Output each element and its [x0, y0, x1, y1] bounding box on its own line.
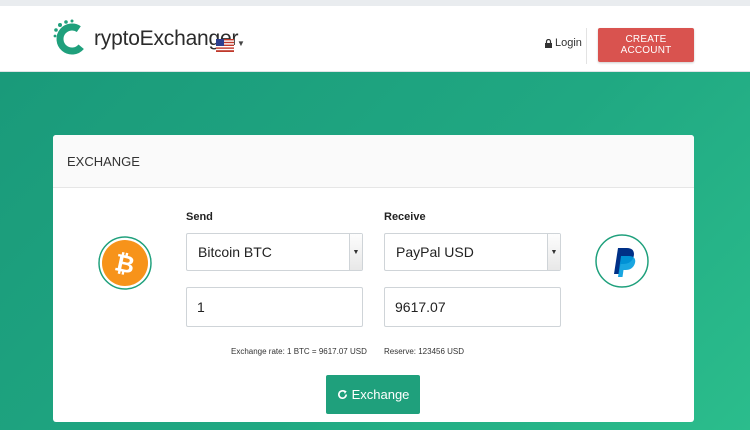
exchange-card: EXCHANGE ₿ Send Bitcoin BTC ▼ Exchange r… [53, 135, 694, 422]
send-currency-value: Bitcoin BTC [198, 244, 272, 260]
create-account-button[interactable]: CREATE ACCOUNT [598, 28, 694, 62]
login-label: Login [555, 37, 582, 49]
chevron-down-icon[interactable]: ▼ [349, 234, 362, 270]
chevron-down-icon[interactable]: ▼ [547, 234, 560, 270]
receive-currency-value: PayPal USD [396, 244, 474, 260]
send-amount-input[interactable] [186, 287, 363, 327]
send-label: Send [186, 211, 213, 223]
receive-amount-input[interactable] [384, 287, 561, 327]
receive-label: Receive [384, 211, 426, 223]
paypal-icon [595, 234, 649, 288]
login-link[interactable]: Login [545, 37, 582, 49]
lock-icon [545, 38, 552, 48]
top-navbar: ryptoExchanger ▼ Login CREATE ACCOUNT [0, 0, 750, 72]
exchange-button-label: Exchange [351, 387, 410, 402]
exchange-button[interactable]: Exchange [326, 375, 420, 414]
refresh-icon [337, 389, 347, 399]
language-caret-icon[interactable]: ▼ [237, 39, 245, 48]
send-currency-select[interactable]: Bitcoin BTC ▼ [186, 233, 363, 271]
receive-currency-select[interactable]: PayPal USD ▼ [384, 233, 561, 271]
nav-divider [586, 28, 587, 64]
bitcoin-icon: ₿ [98, 236, 152, 290]
reserve-text: Reserve: 123456 USD [384, 347, 465, 356]
brand-logo[interactable]: ryptoExchanger [52, 19, 238, 59]
crypto-logo-icon [53, 19, 88, 55]
card-title: EXCHANGE [53, 135, 694, 188]
us-flag-icon[interactable] [216, 39, 234, 52]
exchange-rate-text: Exchange rate: 1 BTC = 9617.07 USD [231, 347, 367, 356]
